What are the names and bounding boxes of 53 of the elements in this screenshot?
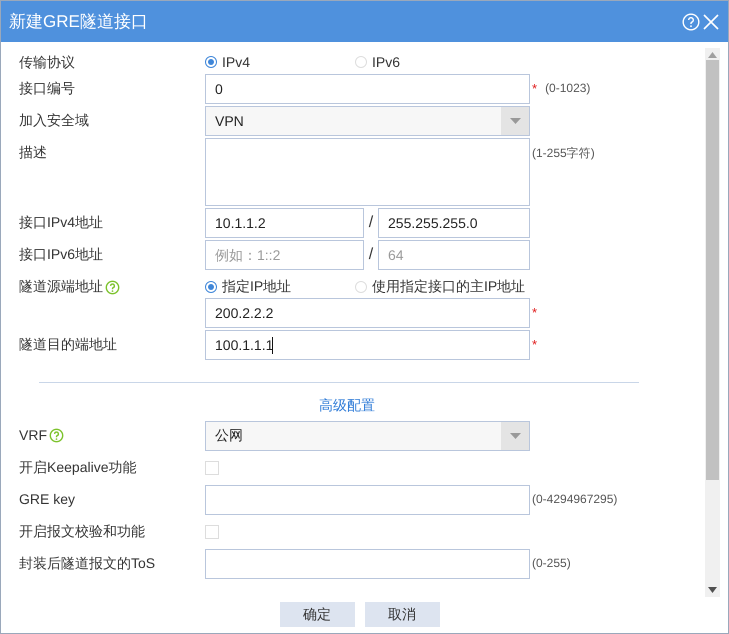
text-field[interactable]: 255.255.255.0 xyxy=(378,208,530,238)
field-label: 描述 xyxy=(19,143,48,162)
text-field[interactable]: 100.1.1.1 xyxy=(205,330,530,360)
checkbox[interactable] xyxy=(205,525,219,539)
field-label: 接口IPv4地址 xyxy=(19,213,104,232)
field-label: 加入安全域 xyxy=(19,111,90,130)
help-button[interactable] xyxy=(682,12,700,30)
description-field[interactable] xyxy=(205,138,530,206)
field-label: 隧道目的端地址 xyxy=(19,335,118,354)
field-label: GRE key xyxy=(19,490,76,507)
text-field[interactable]: 0 xyxy=(205,74,530,104)
window-title: 新建GRE隧道接口 xyxy=(9,11,149,33)
caret-icon xyxy=(510,118,520,124)
radio-option[interactable]: 指定IP地址 xyxy=(205,278,355,296)
text-field[interactable]: 10.1.1.2 xyxy=(205,208,364,238)
section-title: 高级配置 xyxy=(319,397,375,415)
required-mark: * xyxy=(532,305,538,320)
help-icon[interactable] xyxy=(49,428,64,442)
scroll-down-icon[interactable] xyxy=(708,587,717,593)
close-button[interactable] xyxy=(702,12,720,30)
separator: / xyxy=(368,214,374,232)
text-field[interactable]: 64 xyxy=(378,240,530,270)
field-label: 接口IPv6地址 xyxy=(19,245,104,264)
field-label: 开启报文校验和功能 xyxy=(19,522,146,541)
text-field[interactable] xyxy=(205,485,530,515)
field-label: 传输协议 xyxy=(19,53,76,72)
scroll-up-icon[interactable] xyxy=(708,52,717,58)
text-field[interactable] xyxy=(205,549,530,579)
separator: / xyxy=(368,246,374,264)
required-mark: * xyxy=(532,81,538,96)
checkbox[interactable] xyxy=(205,461,219,475)
field-hint: (1-255字符) xyxy=(532,145,595,162)
required-mark: * xyxy=(532,337,538,352)
help-icon[interactable] xyxy=(105,280,120,294)
radio-option[interactable]: IPv4 xyxy=(205,54,355,70)
field-hint: (0-1023) xyxy=(545,81,590,96)
dialog-button[interactable]: 确定 xyxy=(280,602,354,627)
field-label: 开启Keepalive功能 xyxy=(19,458,138,477)
select-field[interactable]: 公网 xyxy=(205,421,530,451)
text-field[interactable]: 例如：1::2 xyxy=(205,240,364,270)
field-label: 隧道源端地址 xyxy=(19,272,205,296)
radio-option[interactable]: 使用指定接口的主IP地址 xyxy=(355,278,526,296)
field-hint: (0-255) xyxy=(532,556,571,570)
field-label: 封装后隧道报文的ToS xyxy=(19,554,156,573)
field-label: 接口编号 xyxy=(19,79,76,98)
dialog-button[interactable]: 取消 xyxy=(364,602,440,627)
caret-icon xyxy=(510,433,520,439)
text-field[interactable]: 200.2.2.2 xyxy=(205,298,530,328)
radio-option[interactable]: IPv6 xyxy=(355,54,505,70)
scrollbar[interactable] xyxy=(705,48,720,597)
select-field[interactable]: VPN xyxy=(205,106,530,136)
field-label: VRF xyxy=(19,421,205,443)
field-hint: (0-4294967295) xyxy=(532,492,618,506)
